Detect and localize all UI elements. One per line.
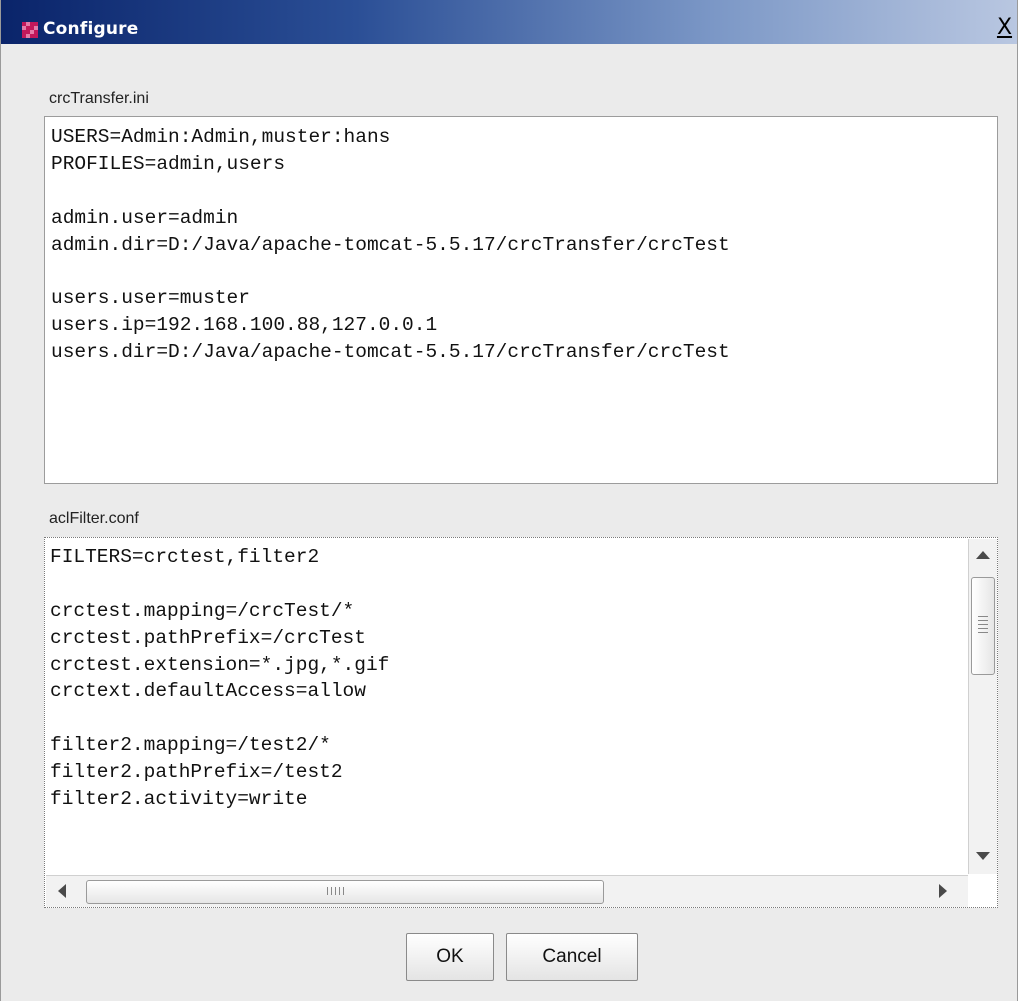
horizontal-scrollbar[interactable] bbox=[46, 875, 968, 907]
acl-line: filter2.pathPrefix=/test2 bbox=[50, 761, 343, 784]
configure-dialog: Configure X crcTransfer.ini USERS=Admin:… bbox=[0, 0, 1018, 1001]
scroll-up-icon[interactable] bbox=[976, 551, 990, 559]
grip-icon bbox=[327, 887, 347, 895]
crc-line: PROFILES=admin,users bbox=[51, 152, 286, 175]
horizontal-scroll-thumb[interactable] bbox=[86, 880, 604, 904]
grip-icon bbox=[978, 616, 988, 636]
window-title: Configure bbox=[43, 19, 139, 39]
acl-filter-label: aclFilter.conf bbox=[49, 510, 139, 527]
crc-line: users.dir=D:/Java/apache-tomcat-5.5.17/c… bbox=[51, 341, 730, 364]
acl-line: filter2.activity=write bbox=[50, 788, 308, 811]
crc-line: users.user=muster bbox=[51, 287, 250, 310]
crc-line bbox=[51, 258, 730, 285]
ok-button[interactable]: OK bbox=[406, 933, 494, 981]
acl-line: FILTERS=crctest,filter2 bbox=[50, 546, 320, 568]
scroll-down-icon[interactable] bbox=[976, 852, 990, 860]
vertical-scroll-thumb[interactable] bbox=[971, 577, 995, 675]
acl-filter-textarea[interactable]: FILTERS=crctest,filter2 crctest.mapping=/… bbox=[44, 537, 998, 908]
acl-line: crctest.extension=*.jpg,*.gif bbox=[50, 653, 390, 676]
acl-line: crctest.mapping=/crcTest/* bbox=[50, 599, 355, 622]
crc-transfer-label: crcTransfer.ini bbox=[49, 90, 149, 107]
crc-line: admin.user=admin bbox=[51, 206, 239, 229]
acl-line bbox=[50, 705, 389, 732]
crc-transfer-textarea[interactable]: USERS=Admin:Admin,muster:hans PROFILES=ad… bbox=[44, 116, 998, 484]
title-bar[interactable]: Configure bbox=[1, 0, 1017, 44]
vertical-scrollbar[interactable] bbox=[968, 539, 997, 874]
acl-line: crctest.pathPrefix=/crcTest bbox=[50, 626, 366, 649]
configure-app-icon bbox=[22, 22, 38, 38]
acl-line: filter2.mapping=/test2/* bbox=[50, 734, 331, 757]
acl-line bbox=[50, 571, 389, 598]
acl-filter-viewport[interactable]: FILTERS=crctest,filter2 crctest.mapping=/… bbox=[46, 539, 968, 874]
acl-line: crctext.defaultAccess=allow bbox=[50, 680, 366, 703]
crc-line bbox=[51, 178, 730, 205]
crc-line: admin.dir=D:/Java/apache-tomcat-5.5.17/c… bbox=[51, 233, 730, 256]
scroll-right-icon[interactable] bbox=[939, 884, 947, 898]
scroll-corner bbox=[968, 875, 996, 906]
scroll-left-icon[interactable] bbox=[58, 884, 66, 898]
cancel-button[interactable]: Cancel bbox=[506, 933, 638, 981]
crc-line: users.ip=192.168.100.88,127.0.0.1 bbox=[51, 314, 438, 337]
close-icon[interactable]: X bbox=[992, 16, 1017, 40]
crc-transfer-content: USERS=Admin:Admin,muster:hans PROFILES=ad… bbox=[51, 124, 730, 366]
crc-line: USERS=Admin:Admin,muster:hans bbox=[51, 126, 391, 148]
acl-filter-content: FILTERS=crctest,filter2 crctest.mapping=/… bbox=[50, 544, 389, 813]
